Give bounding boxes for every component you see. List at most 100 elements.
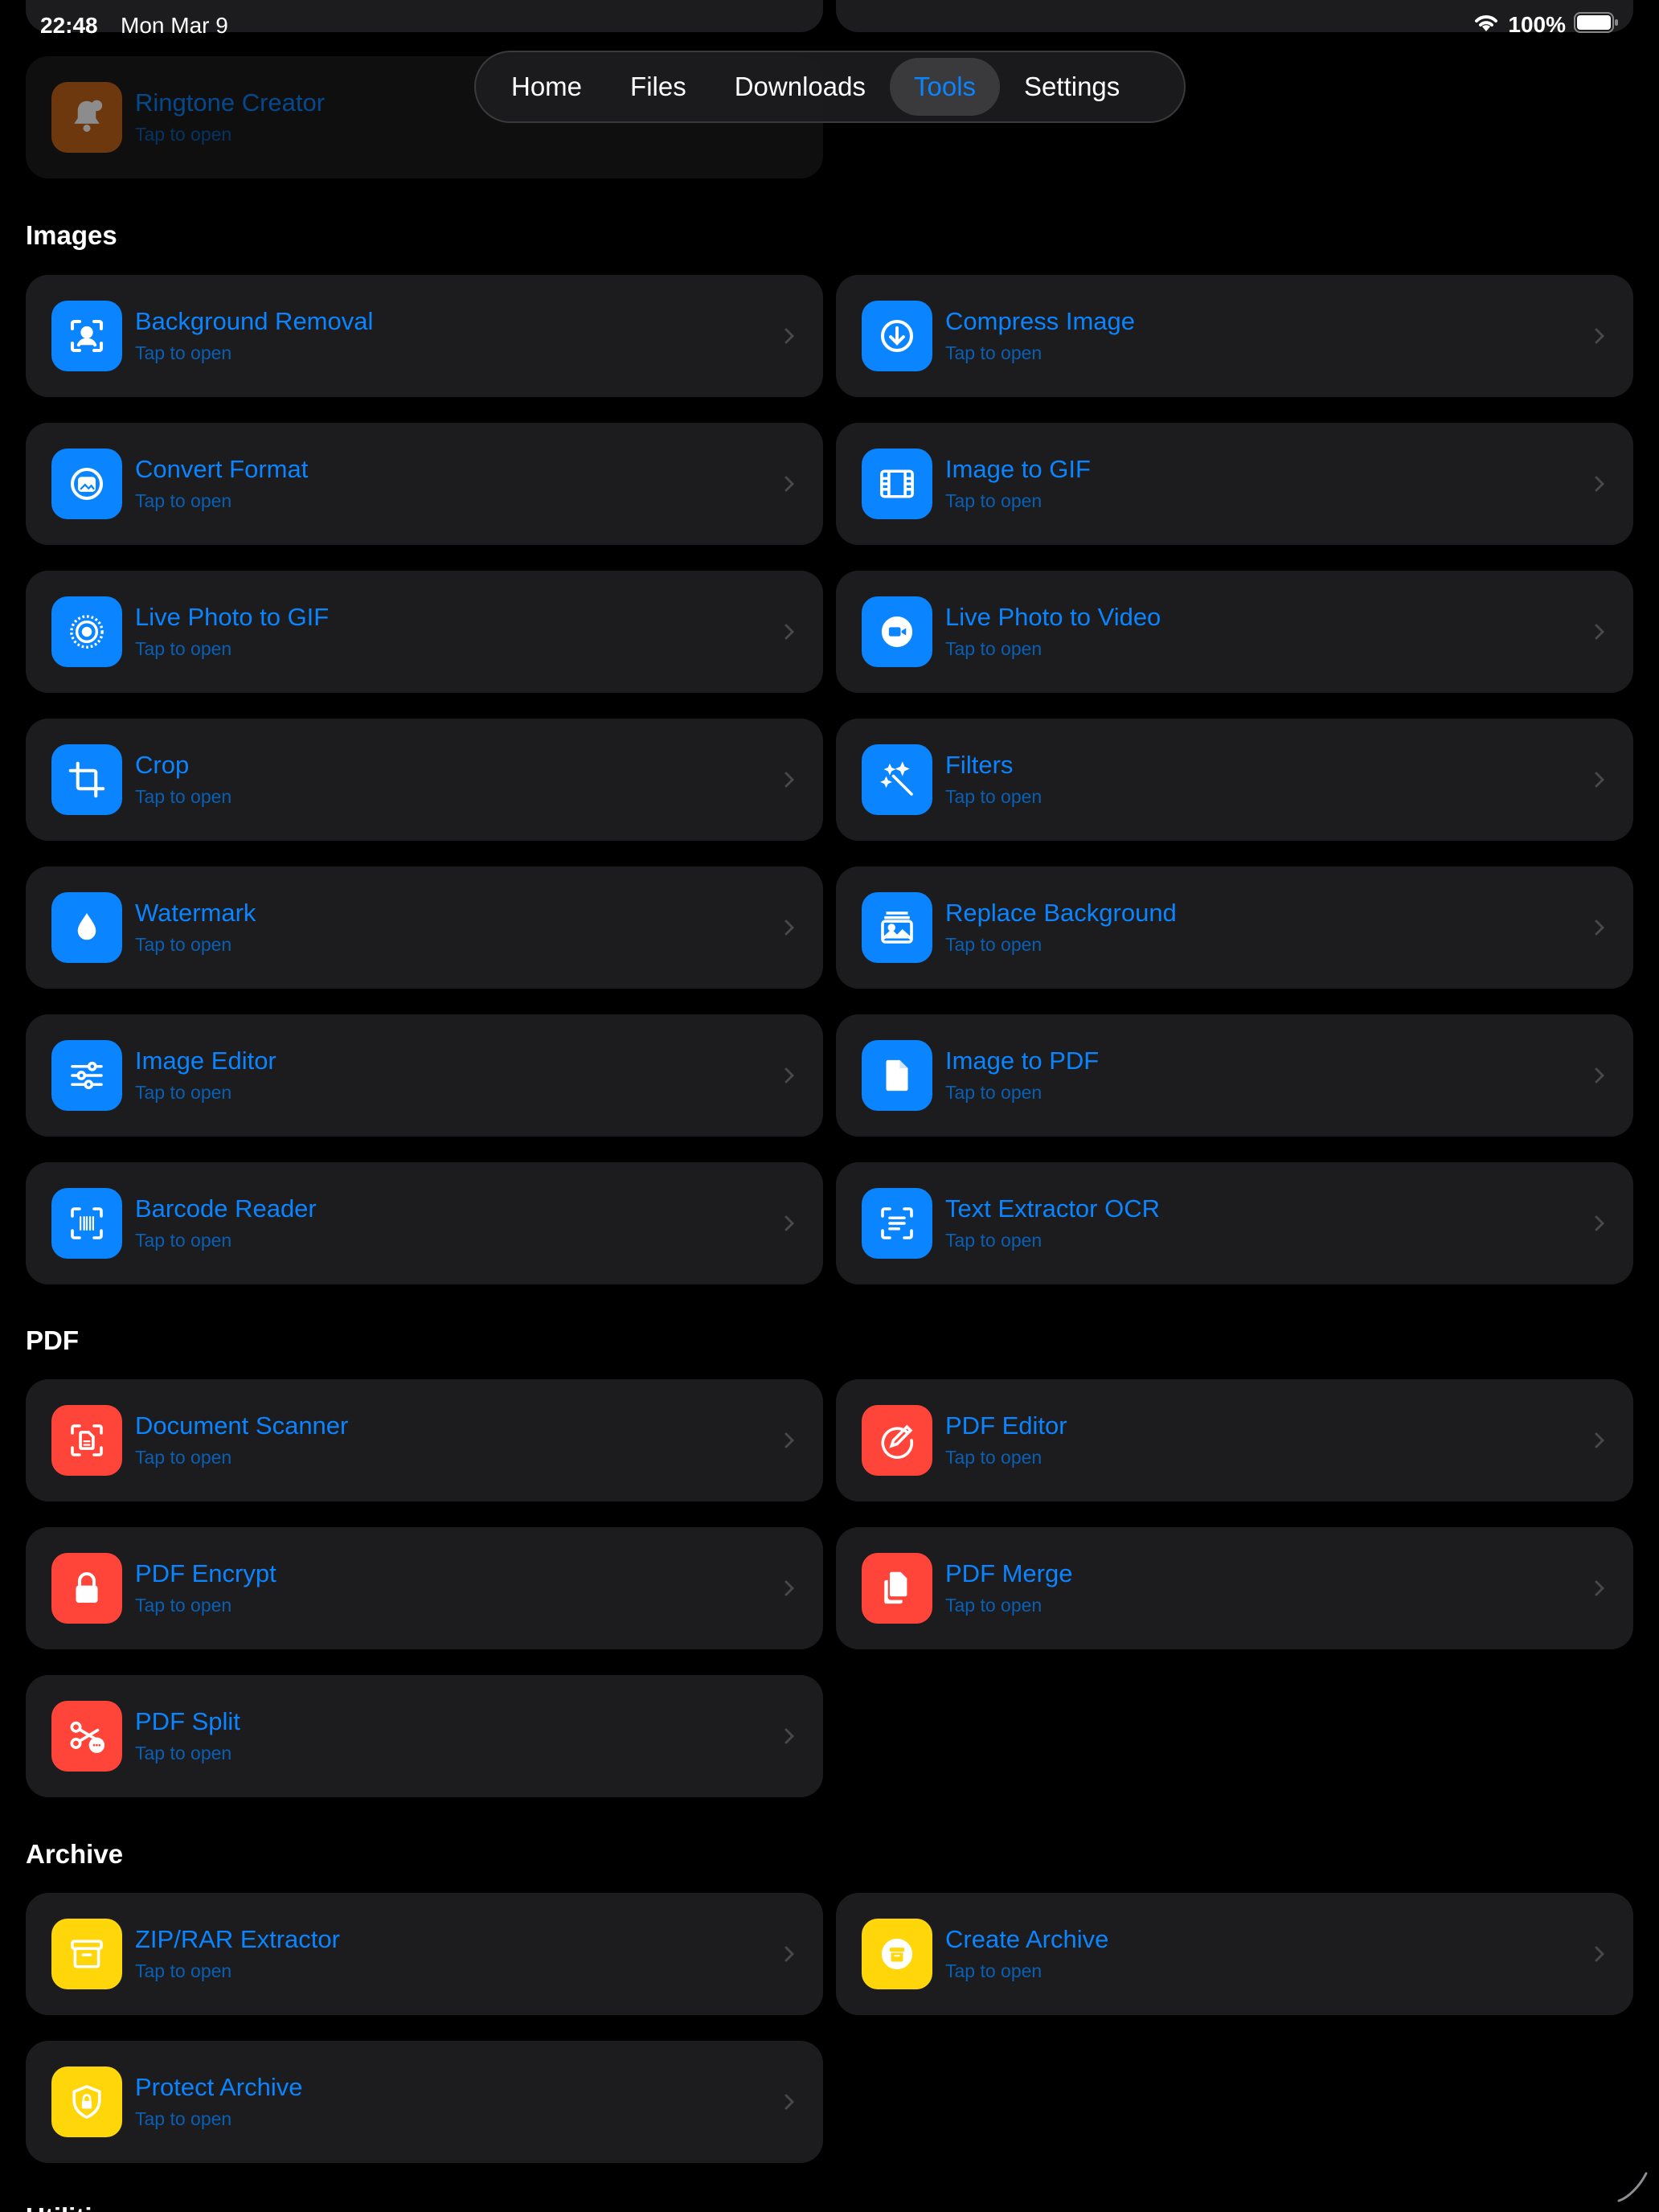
section-title-images: Images [26, 220, 117, 250]
magic-wand-icon [862, 744, 932, 815]
tool-card-protect-archive[interactable]: Protect Archive Tap to open [26, 2041, 823, 2163]
chevron-right-icon [1595, 1946, 1605, 1962]
chevron-right-icon [1595, 476, 1605, 492]
card-subtitle: Tap to open [135, 638, 232, 659]
tool-card-pdf-merge[interactable]: PDF Merge Tap to open [836, 1527, 1633, 1649]
chevron-right-icon [784, 2094, 795, 2110]
chevron-right-icon [784, 920, 795, 936]
person-viewfinder-icon [51, 301, 122, 371]
tool-card-image-to-pdf[interactable]: Image to PDF Tap to open [836, 1014, 1633, 1137]
tool-card-replace-background[interactable]: Replace Background Tap to open [836, 866, 1633, 989]
tool-card-image-to-gif[interactable]: Image to GIF Tap to open [836, 423, 1633, 545]
card-title: PDF Split [135, 1707, 240, 1735]
chevron-right-icon [1595, 1215, 1605, 1231]
card-subtitle: Tap to open [135, 934, 232, 955]
tool-card-barcode-reader[interactable]: Barcode Reader Tap to open [26, 1162, 823, 1284]
tool-card-filters[interactable]: Filters Tap to open [836, 719, 1633, 841]
status-time: 22:48 [40, 13, 98, 38]
tool-card-live-photo-to-gif[interactable]: Live Photo to GIF Tap to open [26, 571, 823, 693]
chevron-right-icon [784, 1728, 795, 1744]
status-indicators: 100% [1473, 11, 1619, 38]
chevron-right-icon [1595, 1580, 1605, 1596]
sliders-icon [51, 1040, 122, 1111]
card-subtitle: Tap to open [945, 1595, 1043, 1616]
lock-icon [51, 1553, 122, 1624]
tool-card-watermark[interactable]: Watermark Tap to open [26, 866, 823, 989]
card-title: Live Photo to GIF [135, 603, 330, 631]
tool-card-image-editor[interactable]: Image Editor Tap to open [26, 1014, 823, 1137]
card-title: Background Removal [135, 307, 374, 335]
card-title: Crop [135, 751, 190, 779]
barcode-viewfinder-icon [51, 1188, 122, 1259]
card-subtitle: Tap to open [135, 1230, 232, 1251]
card-subtitle: Tap to open [135, 1743, 232, 1763]
tool-card-zip-rar-extractor[interactable]: ZIP/RAR Extractor Tap to open [26, 1893, 823, 2015]
tool-card-create-archive[interactable]: Create Archive Tap to open [836, 1893, 1633, 2015]
tab-downloads[interactable]: Downloads [711, 58, 890, 116]
tool-card-text-extractor-ocr[interactable]: Text Extractor OCR Tap to open [836, 1162, 1633, 1284]
status-date: Mon Mar 9 [121, 13, 228, 38]
chevron-right-icon [1595, 920, 1605, 936]
tool-card-convert-format[interactable]: Convert Format Tap to open [26, 423, 823, 545]
docs-stack-icon [862, 1553, 932, 1624]
battery-percent: 100% [1508, 11, 1566, 37]
card-title: PDF Encrypt [135, 1559, 276, 1587]
card-title: PDF Editor [945, 1411, 1067, 1440]
doc-viewfinder-icon [51, 1405, 122, 1476]
tab-tools[interactable]: Tools [889, 58, 1001, 116]
card-subtitle: Tap to open [945, 1960, 1043, 1981]
chevron-right-icon [784, 1580, 795, 1596]
card-subtitle: Tap to open [135, 342, 232, 363]
card-title: ZIP/RAR Extractor [135, 1925, 340, 1953]
card-subtitle: Tap to open [945, 1230, 1043, 1251]
pencil-hover-icon [1617, 2172, 1648, 2202]
card-title: Watermark [135, 899, 256, 927]
tab-home[interactable]: Home [487, 58, 606, 116]
card-title: Convert Format [135, 455, 309, 483]
crop-icon [51, 744, 122, 815]
status-bar: 22:48 Mon Mar 9 100% [0, 0, 1659, 51]
card-title: Create Archive [945, 1925, 1109, 1953]
video-circle-icon [862, 596, 932, 667]
tool-card-document-scanner[interactable]: Document Scanner Tap to open [26, 1379, 823, 1501]
lock-shield-icon [51, 2067, 122, 2137]
tool-card-pdf-split[interactable]: PDF Split Tap to open [26, 1675, 823, 1797]
card-title: PDF Merge [945, 1559, 1073, 1587]
tool-card-background-removal[interactable]: Background Removal Tap to open [26, 275, 823, 397]
livephoto-icon [51, 596, 122, 667]
card-subtitle: Tap to open [135, 1960, 232, 1981]
tab-settings[interactable]: Settings [1000, 58, 1144, 116]
tool-card-crop[interactable]: Crop Tap to open [26, 719, 823, 841]
card-subtitle: Tap to open [135, 1082, 232, 1103]
card-subtitle: Tap to open [135, 490, 232, 511]
chevron-right-icon [1595, 1067, 1605, 1083]
chevron-right-icon [784, 1067, 795, 1083]
card-subtitle: Tap to open [945, 1082, 1043, 1103]
chevron-right-icon [1595, 328, 1605, 344]
card-title: Image to GIF [945, 455, 1091, 483]
archive-circle-icon [862, 1919, 932, 1989]
chevron-right-icon [784, 1215, 795, 1231]
card-subtitle: Tap to open [135, 1595, 232, 1616]
card-title: Replace Background [945, 899, 1177, 927]
card-subtitle: Tap to open [945, 786, 1043, 807]
card-subtitle: Tap to open [135, 2108, 232, 2129]
tool-card-pdf-encrypt[interactable]: PDF Encrypt Tap to open [26, 1527, 823, 1649]
card-title: Document Scanner [135, 1411, 349, 1440]
photo-stack-icon [862, 892, 932, 963]
card-subtitle: Tap to open [945, 934, 1043, 955]
chevron-right-icon [784, 1432, 795, 1448]
chevron-right-icon [784, 328, 795, 344]
chevron-right-icon [784, 1946, 795, 1962]
card-title: Image Editor [135, 1047, 276, 1075]
text-viewfinder-icon [862, 1188, 932, 1259]
tab-files[interactable]: Files [606, 58, 711, 116]
tool-card-compress-image[interactable]: Compress Image Tap to open [836, 275, 1633, 397]
card-title: Compress Image [945, 307, 1136, 335]
drop-icon [51, 892, 122, 963]
card-subtitle: Tap to open [135, 1447, 232, 1468]
wifi-icon [1473, 12, 1500, 37]
card-title: Live Photo to Video [945, 603, 1161, 631]
tool-card-pdf-editor[interactable]: PDF Editor Tap to open [836, 1379, 1633, 1501]
tool-card-live-photo-to-video[interactable]: Live Photo to Video Tap to open [836, 571, 1633, 693]
